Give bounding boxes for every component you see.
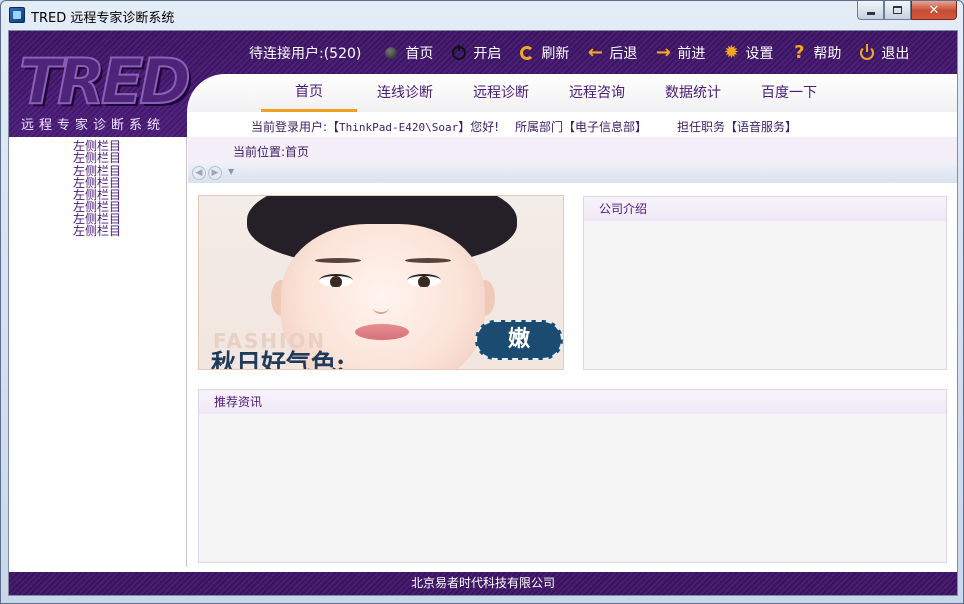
nav-history-dropdown-icon[interactable]: ▼ [228,167,234,176]
help-icon: ? [794,42,805,63]
power-icon [451,45,467,61]
forward-arrow-icon: → [655,42,671,63]
tab-remote-diagnosis[interactable]: 远程诊断 [453,74,549,112]
company-intro-panel: 公司介绍 [583,196,947,370]
logo-subtitle: 远程专家诊断系统 [21,118,166,133]
breadcrumb-text: 当前位置:首页 [233,145,310,159]
exit-icon [859,44,875,61]
banner-slogan: 秋日好气色: [211,349,346,370]
nav-back-icon[interactable]: ◀ [192,166,206,180]
window-controls: ✕ [857,1,957,21]
banner-eye-right [407,274,441,287]
tab-baidu[interactable]: 百度一下 [741,74,837,112]
sidebar-item[interactable]: 左侧栏目 [73,225,121,237]
tab-home[interactable]: 首页 [261,74,357,112]
left-sidebar: 左侧栏目 左侧栏目 左侧栏目 左侧栏目 左侧栏目 左侧栏目 左侧栏目 左侧栏目 [9,137,187,567]
toolbar-help-label: 帮助 [813,46,842,62]
close-icon: ✕ [928,2,940,18]
banner-brow-right [405,258,451,263]
app-icon [9,7,25,23]
department-info: 所属部门【电子信息部】 [515,120,648,134]
toolbar-help-button[interactable]: ? 帮助 [791,43,841,63]
minimize-icon [866,11,875,15]
close-button[interactable]: ✕ [911,1,957,20]
footer: 北京易者时代科技有限公司 [9,572,957,595]
current-user-name: ThinkPad-E420\Soar [339,121,459,134]
banner-badge: 嫩 [475,320,563,360]
company-intro-title: 公司介绍 [584,197,946,221]
waiting-users-status: 待连接用户:(520) [249,46,362,62]
position-info: 担任职务【语音服务】 [677,120,798,134]
promo-banner[interactable]: FASHION 秋日好气色: 嫩 [198,195,564,370]
toolbar-start-button[interactable]: 开启 [451,43,501,63]
toolbar-refresh-label: 刷新 [541,46,570,62]
current-user-prefix: 当前登录用户:【 [251,120,340,134]
home-icon [383,45,399,61]
banner-nose [373,302,389,314]
footer-company: 北京易者时代科技有限公司 [410,576,555,590]
minimize-button[interactable] [857,1,884,20]
tab-online-diagnosis[interactable]: 连线诊断 [357,74,453,112]
main-content: 当前位置:首页 ◀ ▶ ▼ FASHION 秋日好气色: 嫩 公司介绍 推荐资讯 [188,137,957,567]
user-info-bar: 当前登录用户:【ThinkPad-E420\Soar】您好! 所属部门【电子信息… [187,112,957,137]
back-arrow-icon: ← [587,42,603,63]
toolbar-home-button[interactable]: 首页 [383,43,433,63]
banner-eye-left [319,274,353,287]
app-window: TRED 远程专家诊断系统 ✕ TRED 远程专家诊断系统 待连接用户:(520… [0,0,964,604]
banner-brow-left [315,258,361,263]
maximize-icon [893,6,902,14]
toolbar-exit-label: 退出 [881,46,910,62]
toolbar-settings-button[interactable]: ✹ 设置 [723,42,774,63]
current-user-suffix: 】您好! [458,120,500,134]
title-bar[interactable]: TRED 远程专家诊断系统 ✕ [1,1,963,29]
tab-statistics[interactable]: 数据统计 [645,74,741,112]
tab-strip: 首页 连线诊断 远程诊断 远程咨询 数据统计 百度一下 [187,74,957,112]
breadcrumb: 当前位置:首页 [188,137,957,163]
toolbar: 待连接用户:(520) 首页 开启 刷新 ← 后退 → 前进 ✹ 设置 ? 帮助… [249,41,927,65]
logo: TRED [18,44,192,119]
toolbar-start-label: 开启 [473,46,502,62]
banner-lips [355,324,409,340]
sidebar-item[interactable]: 左侧栏目 [73,152,121,164]
toolbar-home-label: 首页 [405,46,434,62]
client-area: TRED 远程专家诊断系统 待连接用户:(520) 首页 开启 刷新 ← 后退 … [8,30,958,596]
toolbar-refresh-button[interactable]: 刷新 [519,43,569,63]
nav-forward-icon[interactable]: ▶ [208,166,222,180]
toolbar-back-label: 后退 [609,46,638,62]
refresh-icon [519,45,535,61]
browser-nav-bar: ◀ ▶ ▼ [188,163,957,183]
recommended-news-title: 推荐资讯 [199,390,946,414]
tab-remote-consult[interactable]: 远程咨询 [549,74,645,112]
maximize-button[interactable] [884,1,911,20]
window-title: TRED 远程专家诊断系统 [31,11,175,26]
current-user-info: 当前登录用户:【ThinkPad-E420\Soar】您好! [251,118,499,135]
toolbar-settings-label: 设置 [745,46,774,62]
recommended-news-panel: 推荐资讯 [198,389,947,563]
gear-icon: ✹ [723,42,739,63]
toolbar-forward-button[interactable]: → 前进 [655,42,706,63]
toolbar-back-button[interactable]: ← 后退 [587,42,638,63]
toolbar-exit-button[interactable]: 退出 [859,43,909,63]
main-tabs: 首页 连线诊断 远程诊断 远程咨询 数据统计 百度一下 [261,74,837,112]
toolbar-forward-label: 前进 [677,46,706,62]
